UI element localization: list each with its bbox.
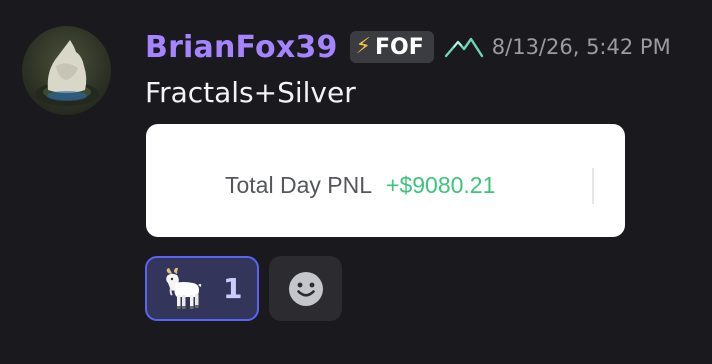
- reaction-count: 1: [223, 272, 243, 305]
- role-tag-label: FOF: [375, 34, 424, 60]
- add-reaction-button[interactable]: [269, 256, 342, 321]
- avatar-image: [35, 40, 99, 106]
- mountain-icon[interactable]: [444, 36, 484, 58]
- timestamp[interactable]: 8/13/26, 5:42 PM: [492, 35, 671, 59]
- reaction-goat[interactable]: 1: [145, 256, 259, 321]
- message-header: BrianFox39 ⚡ FOF 8/13/26, 5:42 PM: [145, 28, 671, 66]
- lightning-bolt-icon: ⚡: [355, 34, 371, 59]
- reactions-bar: 1: [145, 256, 342, 321]
- pnl-value: +$9080.21: [386, 172, 496, 198]
- divider: [592, 168, 594, 204]
- message-content: Fractals+Silver: [145, 76, 356, 109]
- pnl-summary: Total Day PNL +$9080.21: [225, 172, 495, 199]
- smiley-face-icon: [288, 271, 323, 306]
- pnl-label: Total Day PNL: [225, 172, 373, 198]
- goat-emoji-icon: [166, 267, 202, 309]
- username[interactable]: BrianFox39: [145, 30, 338, 65]
- avatar[interactable]: [22, 26, 111, 115]
- role-tag[interactable]: ⚡ FOF: [349, 31, 434, 63]
- image-embed[interactable]: Total Day PNL +$9080.21: [146, 124, 625, 237]
